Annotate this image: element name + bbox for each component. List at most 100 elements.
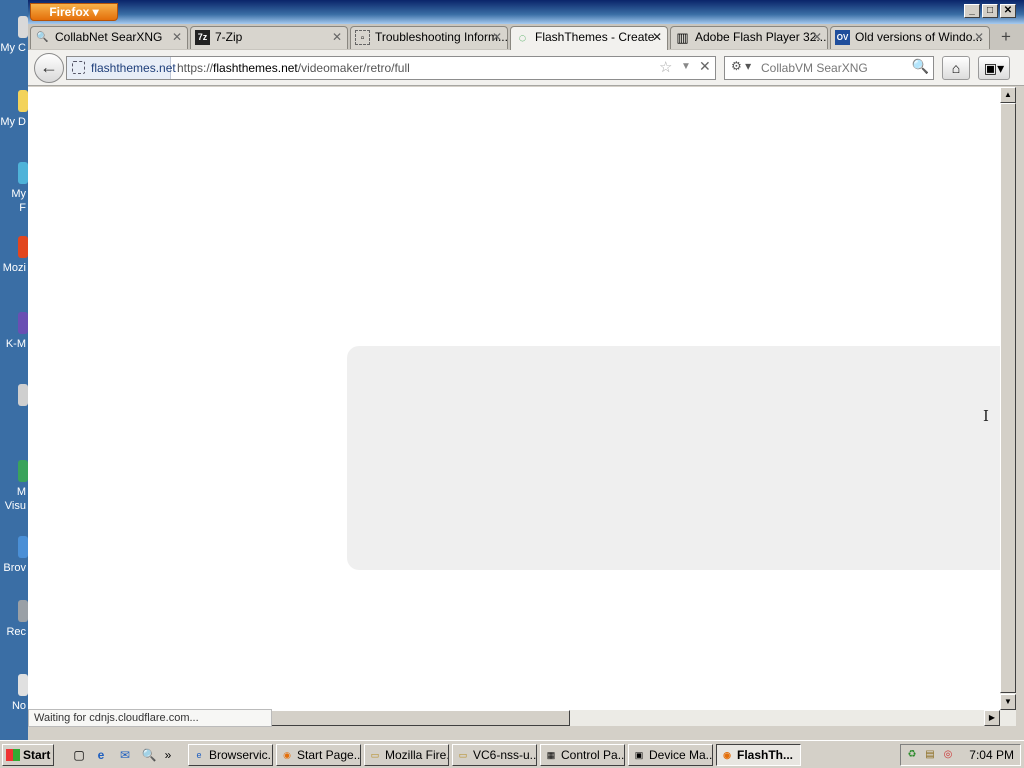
search-icon[interactable]: 🔍 <box>912 58 929 75</box>
taskbar-item-label: Control Pa... <box>561 748 625 762</box>
clock[interactable]: 7:04 PM <box>969 745 1014 765</box>
desktop-icon-label: Rec <box>6 626 26 638</box>
desktop-icon-label: K-M <box>5 338 26 350</box>
site-identity-button[interactable]: flashthemes.net <box>67 57 176 79</box>
tab-close-icon[interactable]: ✕ <box>652 27 662 48</box>
tab-7zip[interactable]: 7z 7-Zip ✕ <box>190 26 348 49</box>
tab-close-icon[interactable]: ✕ <box>812 27 822 48</box>
tab-close-icon[interactable]: ✕ <box>974 27 984 48</box>
close-button[interactable]: ✕ <box>1000 4 1016 18</box>
computer-icon <box>18 16 28 38</box>
taskbar-item-vc6-nss[interactable]: ▭ VC6-nss-u... <box>452 744 537 766</box>
home-button[interactable]: ⌂ <box>942 56 970 80</box>
desktop-icon-label: My <box>11 188 26 200</box>
tab-close-icon[interactable]: ✕ <box>172 27 182 48</box>
media-player-icon <box>18 312 28 334</box>
url-scheme: https:// <box>177 61 214 75</box>
bookmark-star-icon[interactable]: ☆ <box>659 58 672 76</box>
scroll-up-button[interactable]: ▲ <box>1000 87 1016 103</box>
outlook-express-icon[interactable]: ✉ <box>116 746 134 764</box>
desktop: My C My D My F Mozi K-M M Visu Brov Rec No <box>0 0 28 740</box>
desktop-icon-label: No <box>11 700 26 712</box>
folder-icon: ▭ <box>458 750 468 760</box>
tab-flashthemes-create[interactable]: ◌ FlashThemes - Create ✕ <box>510 26 668 50</box>
tab-label: CollabNet SearXNG <box>55 30 163 44</box>
chevron-icon[interactable]: » <box>162 746 174 764</box>
tab-label: 7-Zip <box>215 30 243 44</box>
taskbar: Start ▢ e ✉ 🔍 » e Browservic... ◉ Start Pa… <box>0 740 1024 768</box>
title-bar[interactable]: Firefox ▾ _ □ ✕ <box>28 0 1024 24</box>
desktop-icon-label: Brov <box>3 562 26 574</box>
site-identity-label: flashthemes.net <box>91 61 176 75</box>
loading-spinner-icon: ◌ <box>518 30 527 45</box>
device-manager-icon: ▣ <box>634 750 644 760</box>
taskbar-item-label: Browservic... <box>209 748 273 762</box>
loading-panel <box>347 346 1000 570</box>
desktop-icon-label: My C <box>0 42 26 54</box>
url-text[interactable]: https://flashthemes.net/videomaker/retro… <box>177 57 410 79</box>
desktop-icon-label: M <box>16 486 26 498</box>
archive-icon: ▥ <box>676 30 689 45</box>
firefox-icon <box>18 236 28 258</box>
tab-label: Old versions of Windo... <box>855 30 983 44</box>
desktop-icon-label: Mozi <box>2 262 26 274</box>
back-button[interactable]: ← <box>34 53 64 83</box>
page-content[interactable]: I <box>28 87 1000 710</box>
desktop-icon-label: Visu <box>4 500 26 512</box>
internet-explorer-icon: e <box>196 750 202 760</box>
tray-icon[interactable]: ▤ <box>923 748 937 762</box>
internet-explorer-icon[interactable]: e <box>92 746 110 764</box>
windows-logo-icon <box>6 749 20 761</box>
start-button[interactable]: Start <box>2 744 54 766</box>
taskbar-item-label: Mozilla Fire... <box>385 748 449 762</box>
minimize-button[interactable]: _ <box>964 4 980 18</box>
tab-old-versions-windows[interactable]: OV Old versions of Windo... ✕ <box>830 26 990 49</box>
scroll-right-button[interactable]: ▶ <box>984 710 1000 726</box>
taskbar-item-flashthemes[interactable]: ◉ FlashTh... <box>716 744 801 766</box>
tab-label: FlashThemes - Create <box>535 30 655 44</box>
page-icon: ▫ <box>355 30 370 45</box>
taskbar-item-label: Device Ma... <box>649 748 713 762</box>
new-tab-button[interactable]: + <box>993 27 1019 48</box>
taskbar-item-control-panel[interactable]: ▦ Control Pa... <box>540 744 625 766</box>
show-desktop-icon[interactable]: ▢ <box>70 746 88 764</box>
taskbar-item-device-manager[interactable]: ▣ Device Ma... <box>628 744 713 766</box>
vertical-scrollbar[interactable]: ▲ ▼ <box>1000 87 1016 710</box>
7zip-icon: 7z <box>195 30 210 45</box>
addons-button[interactable]: ▣▾ <box>978 56 1010 80</box>
taskbar-item-label: Start Page... <box>297 748 361 762</box>
shortcut-icon <box>18 384 28 406</box>
taskbar-item-browservice[interactable]: e Browservic... <box>188 744 273 766</box>
search-bar[interactable]: ⚙ ▾ CollabVM SearXNG 🔍 <box>724 56 934 80</box>
notepad-icon <box>18 674 28 696</box>
tab-collabnet-searxng[interactable]: 🔍 CollabNet SearXNG ✕ <box>30 26 188 49</box>
start-label: Start <box>23 748 51 762</box>
network-tray-icon[interactable]: ♻ <box>905 748 919 762</box>
browser-icon <box>18 536 28 558</box>
search-icon[interactable]: 🔍 <box>140 746 158 764</box>
history-dropdown-icon[interactable]: ▼ <box>681 61 691 72</box>
tab-adobe-flash-player[interactable]: ▥ Adobe Flash Player 32... ✕ <box>670 26 828 49</box>
stop-icon[interactable]: ✕ <box>699 58 711 75</box>
tab-label: Adobe Flash Player 32... <box>695 30 827 44</box>
tab-close-icon[interactable]: ✕ <box>332 27 342 48</box>
search-engine-icon[interactable]: ⚙ ▾ <box>731 59 751 73</box>
network-icon <box>18 162 28 184</box>
vertical-scroll-thumb[interactable] <box>1000 103 1016 693</box>
tray-icon[interactable]: ◎ <box>941 748 955 762</box>
tab-close-icon[interactable]: ✕ <box>492 27 502 48</box>
search-input[interactable]: CollabVM SearXNG <box>761 57 868 79</box>
oldversion-icon: OV <box>835 30 850 45</box>
taskbar-item-start-page[interactable]: ◉ Start Page... <box>276 744 361 766</box>
desktop-icon-label: F <box>19 202 26 214</box>
firefox-menu-button[interactable]: Firefox ▾ <box>30 3 118 21</box>
control-panel-icon: ▦ <box>546 750 556 760</box>
folder-icon: ▭ <box>370 750 380 760</box>
tab-troubleshooting[interactable]: ▫ Troubleshooting Inform... ✕ <box>350 26 508 49</box>
maximize-button[interactable]: □ <box>982 4 998 18</box>
taskbar-item-mozilla-firefox[interactable]: ▭ Mozilla Fire... <box>364 744 449 766</box>
scroll-down-button[interactable]: ▼ <box>1000 694 1016 710</box>
url-bar[interactable]: flashthemes.net https://flashthemes.net/… <box>66 56 716 80</box>
firefox-window: Firefox ▾ _ □ ✕ 🔍 CollabNet SearXNG ✕ 7z… <box>28 0 1024 740</box>
firefox-icon: ◉ <box>723 750 731 760</box>
